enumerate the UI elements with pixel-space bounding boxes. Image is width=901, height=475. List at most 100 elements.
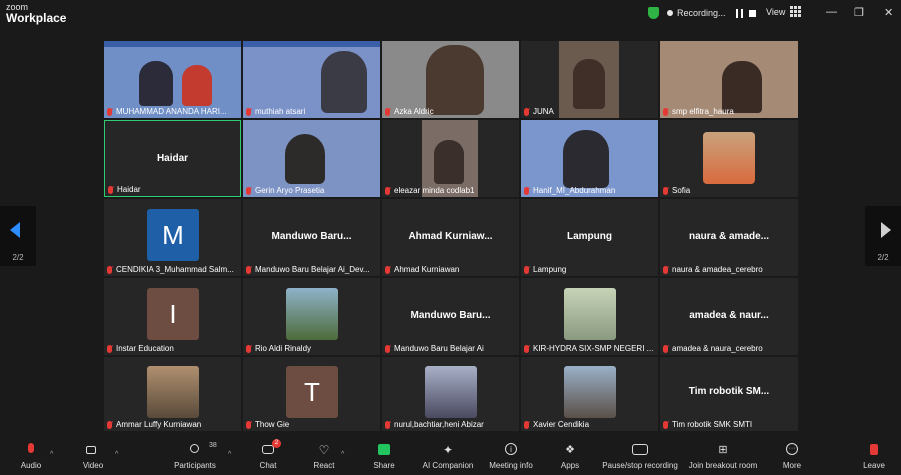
participant-name: Instar Education [107,344,174,353]
more-dots-icon: ··· [784,443,800,457]
ai-companion-label: AI Companion [422,461,474,470]
heart-icon: ♡ [318,443,330,457]
video-tile[interactable]: Azka Aldric [382,41,519,118]
more-button[interactable]: ··· More [778,440,806,470]
participant-name: Rio Aldi Rinaldy [246,344,311,353]
video-tile[interactable]: eleazar minda codlab1 [382,120,519,197]
pause-recording-icon[interactable] [735,8,743,18]
more-label: More [782,461,802,470]
record-label: Pause/stop recording [602,461,678,470]
restore-icon[interactable]: ❐ [854,6,864,19]
muted-mic-icon [663,186,668,195]
video-tile[interactable]: Ahmad Kurniaw... Ahmad Kurniawan [382,199,519,276]
participant-display-name: Tim robotik SM... [688,386,770,397]
meeting-info-button[interactable]: i Meeting info [486,440,536,470]
share-button[interactable]: Share [368,440,400,470]
muted-mic-icon [246,186,251,195]
shield-icon [648,7,659,19]
participants-button[interactable]: 38 Participants [170,440,220,470]
video-tile[interactable]: naura & amade... naura & amadea_cerebro [660,199,798,276]
video-tile[interactable]: Xavier Cendikia [521,357,658,431]
video-tile[interactable]: smp elfitra_haura [660,41,798,118]
view-button[interactable]: View [766,6,802,17]
video-tile[interactable]: KIR-HYDRA SIX-SMP NEGERI ... [521,278,658,355]
person-silhouette [573,59,605,109]
share-label: Share [373,461,395,470]
sparkle-icon: ✦ [442,443,454,457]
banner [104,41,241,47]
video-tile[interactable]: Hanif_MI_Abdurahman [521,120,658,197]
video-tile[interactable]: JUNA [521,41,658,118]
video-tile[interactable]: I Instar Education [104,278,241,355]
video-tile[interactable]: Manduwo Baru... Manduwo Baru Belajar Ai_… [243,199,380,276]
audio-button[interactable]: Audio [14,440,48,470]
leave-button[interactable]: Leave [860,440,888,470]
video-tile[interactable]: Tim robotik SM... Tim robotik SMK SMTI [660,357,798,431]
video-tile[interactable]: MUHAMMAD ANANDA HARI... [104,41,241,118]
person-silhouette [426,45,484,115]
audio-options-chevron-icon[interactable]: ^ [50,451,53,458]
participant-name: Tim robotik SMK SMTI [663,420,752,429]
video-button[interactable]: Video [76,440,110,470]
participant-display-name: Ahmad Kurniaw... [408,231,493,242]
leave-icon [866,443,882,457]
participant-display-name: naura & amade... [688,231,770,242]
chat-icon: 2 [260,439,281,457]
muted-mic-icon [108,185,113,194]
leave-label: Leave [863,461,885,470]
video-tile[interactable]: amadea & naur... amadea & naura_cerebro [660,278,798,355]
participant-name: smp elfitra_haura [663,107,734,116]
video-tile[interactable]: Sofia [660,120,798,197]
video-tile[interactable]: Lampung Lampung [521,199,658,276]
video-tile[interactable]: M CENDIKIA 3_Muhammad Salm... [104,199,241,276]
participant-name: nurul,bachtiar,heni Abizar [385,420,484,429]
video-tile[interactable]: Manduwo Baru... Manduwo Baru Belajar Ai [382,278,519,355]
participant-name: Gerin Aryo Prasetia [246,186,324,195]
close-icon[interactable]: ✕ [884,6,893,19]
participants-icon: 38 [187,442,217,457]
prev-page-button[interactable]: 2/2 [0,206,36,266]
muted-mic-icon [107,344,112,353]
video-tile-active-speaker[interactable]: Haidar Haidar [104,120,241,197]
participant-name: Ahmad Kurniawan [385,265,459,274]
minimize-icon[interactable]: — [826,6,837,18]
react-button[interactable]: ♡ React [308,440,340,470]
video-tile[interactable]: Gerin Aryo Prasetia [243,120,380,197]
avatar [147,366,199,418]
record-dot-icon [667,10,673,16]
apps-label: Apps [560,461,580,470]
muted-mic-icon [107,107,112,116]
apps-button[interactable]: ❖ Apps [556,440,584,470]
video-options-chevron-icon[interactable]: ^ [115,451,118,458]
avatar: I [147,288,199,340]
person-silhouette [182,65,212,106]
avatar: M [147,209,199,261]
avatar: T [286,366,338,418]
audio-label: Audio [20,461,42,470]
participant-name: Azka Aldric [385,107,434,116]
participants-options-chevron-icon[interactable]: ^ [228,451,231,458]
stop-recording-icon[interactable] [748,9,756,17]
react-options-chevron-icon[interactable]: ^ [341,451,344,458]
video-tile[interactable]: T Thow Gie [243,357,380,431]
muted-mic-icon [385,186,390,195]
pause-stop-recording-button[interactable]: Pause/stop recording [598,440,682,470]
next-page-button[interactable]: 2/2 [865,206,901,266]
person-silhouette [434,140,464,184]
muted-mic-icon [663,107,668,116]
breakout-label: Join breakout room [688,461,758,470]
participant-name: amadea & naura_cerebro [663,344,763,353]
chat-button[interactable]: 2 Chat [254,439,282,470]
participant-display-name: Manduwo Baru... [271,231,352,242]
video-tile[interactable]: nurul,bachtiar,heni Abizar [382,357,519,431]
participant-name: eleazar minda codlab1 [385,186,475,195]
apps-icon: ❖ [565,444,575,456]
video-tile[interactable]: Rio Aldi Rinaldy [243,278,380,355]
breakout-room-button[interactable]: ⊞ Join breakout room [684,440,762,470]
video-tile[interactable]: muthiah atsari [243,41,380,118]
video-tile[interactable]: Ammar Luffy Kurniawan [104,357,241,431]
ai-companion-button[interactable]: ✦ AI Companion [418,440,478,470]
muted-mic-icon [663,344,668,353]
participant-name: JUNA [524,107,554,116]
muted-mic-icon [385,344,390,353]
